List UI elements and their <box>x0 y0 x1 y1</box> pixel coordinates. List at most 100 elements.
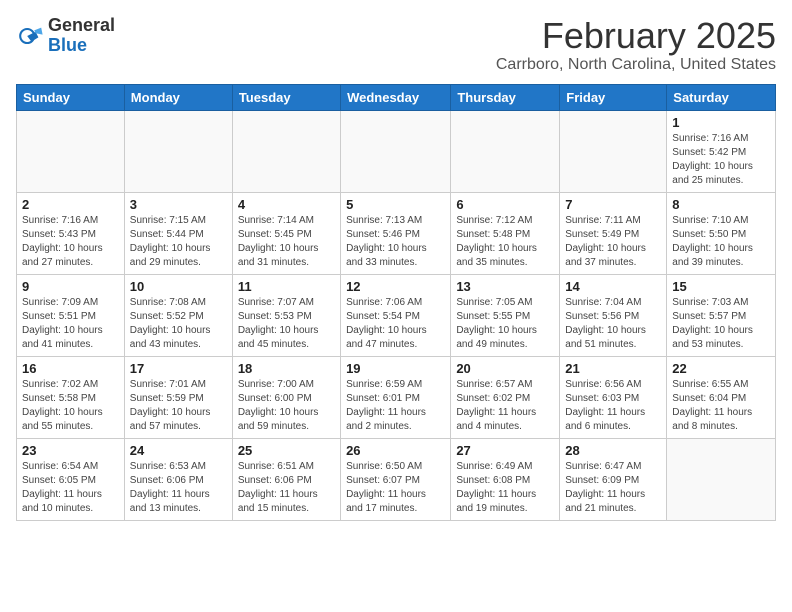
day-info-2-4: Sunrise: 7:05 AM Sunset: 5:55 PM Dayligh… <box>456 296 554 352</box>
day-info-4-3: Sunrise: 6:50 AM Sunset: 6:07 PM Dayligh… <box>346 460 445 516</box>
week-row-4: 23 Sunrise: 6:54 AM Sunset: 6:05 PM Dayli… <box>17 438 776 520</box>
day-number-2-1: 10 <box>130 279 227 294</box>
day-number-4-2: 25 <box>238 443 335 458</box>
day-cell-1-1: 3 Sunrise: 7:15 AM Sunset: 5:44 PM Daylig… <box>124 192 232 274</box>
day-info-1-4: Sunrise: 7:12 AM Sunset: 5:48 PM Dayligh… <box>456 214 554 270</box>
day-cell-4-5: 28 Sunrise: 6:47 AM Sunset: 6:09 PM Dayli… <box>560 438 667 520</box>
day-cell-2-5: 14 Sunrise: 7:04 AM Sunset: 5:56 PM Dayli… <box>560 274 667 356</box>
day-cell-4-1: 24Sunrise: 6:53 AM Sunset: 6:06 PM Dayli… <box>124 438 232 520</box>
day-info-3-2: Sunrise: 7:00 AM Sunset: 6:00 PM Dayligh… <box>238 378 335 434</box>
day-number-4-3: 26 <box>346 443 445 458</box>
day-number-3-2: 18 <box>238 361 335 376</box>
day-number-4-5: 28 <box>565 443 661 458</box>
day-number-4-0: 23 <box>22 443 119 458</box>
day-info-4-0: Sunrise: 6:54 AM Sunset: 6:05 PM Dayligh… <box>22 460 119 516</box>
day-cell-3-2: 18 Sunrise: 7:00 AM Sunset: 6:00 PM Dayli… <box>232 356 340 438</box>
day-cell-0-2 <box>232 110 340 192</box>
day-info-2-1: Sunrise: 7:08 AM Sunset: 5:52 PM Dayligh… <box>130 296 227 352</box>
day-info-1-0: Sunrise: 7:16 AM Sunset: 5:43 PM Dayligh… <box>22 214 119 270</box>
day-info-4-4: Sunrise: 6:49 AM Sunset: 6:08 PM Dayligh… <box>456 460 554 516</box>
header-wednesday: Wednesday <box>341 84 451 110</box>
day-number-2-0: 9 <box>22 279 119 294</box>
header-friday: Friday <box>560 84 667 110</box>
day-info-2-3: Sunrise: 7:06 AM Sunset: 5:54 PM Dayligh… <box>346 296 445 352</box>
day-info-4-5: Sunrise: 6:47 AM Sunset: 6:09 PM Dayligh… <box>565 460 661 516</box>
weekday-header-row: Sunday Monday Tuesday Wednesday Thursday… <box>17 84 776 110</box>
day-number-1-6: 8 <box>672 197 770 212</box>
day-info-1-6: Sunrise: 7:10 AM Sunset: 5:50 PM Dayligh… <box>672 214 770 270</box>
day-info-4-2: Sunrise: 6:51 AM Sunset: 6:06 PM Dayligh… <box>238 460 335 516</box>
day-number-1-3: 5 <box>346 197 445 212</box>
day-cell-1-5: 7 Sunrise: 7:11 AM Sunset: 5:49 PM Daylig… <box>560 192 667 274</box>
title-block: February 2025 Carrboro, North Carolina, … <box>496 16 776 74</box>
day-cell-0-5 <box>560 110 667 192</box>
calendar-table: Sunday Monday Tuesday Wednesday Thursday… <box>16 84 776 521</box>
day-cell-3-3: 19 Sunrise: 6:59 AM Sunset: 6:01 PM Dayli… <box>341 356 451 438</box>
day-number-1-2: 4 <box>238 197 335 212</box>
day-cell-2-4: 13 Sunrise: 7:05 AM Sunset: 5:55 PM Dayli… <box>451 274 560 356</box>
day-cell-3-5: 21 Sunrise: 6:56 AM Sunset: 6:03 PM Dayli… <box>560 356 667 438</box>
day-info-1-2: Sunrise: 7:14 AM Sunset: 5:45 PM Dayligh… <box>238 214 335 270</box>
day-cell-4-3: 26 Sunrise: 6:50 AM Sunset: 6:07 PM Dayli… <box>341 438 451 520</box>
day-info-0-6: Sunrise: 7:16 AM Sunset: 5:42 PM Dayligh… <box>672 132 770 188</box>
logo-text: General Blue <box>48 16 115 56</box>
day-number-2-4: 13 <box>456 279 554 294</box>
day-cell-0-0 <box>17 110 125 192</box>
day-cell-0-4 <box>451 110 560 192</box>
week-row-2: 9 Sunrise: 7:09 AM Sunset: 5:51 PM Daylig… <box>17 274 776 356</box>
day-number-2-3: 12 <box>346 279 445 294</box>
day-cell-0-6: 1 Sunrise: 7:16 AM Sunset: 5:42 PM Daylig… <box>667 110 776 192</box>
day-number-3-0: 16 <box>22 361 119 376</box>
day-cell-3-4: 20Sunrise: 6:57 AM Sunset: 6:02 PM Dayli… <box>451 356 560 438</box>
day-cell-2-3: 12 Sunrise: 7:06 AM Sunset: 5:54 PM Dayli… <box>341 274 451 356</box>
logo-blue-text: Blue <box>48 35 87 55</box>
day-info-3-1: Sunrise: 7:01 AM Sunset: 5:59 PM Dayligh… <box>130 378 227 434</box>
day-cell-2-0: 9 Sunrise: 7:09 AM Sunset: 5:51 PM Daylig… <box>17 274 125 356</box>
header-monday: Monday <box>124 84 232 110</box>
day-cell-4-4: 27Sunrise: 6:49 AM Sunset: 6:08 PM Dayli… <box>451 438 560 520</box>
day-number-3-5: 21 <box>565 361 661 376</box>
day-cell-3-1: 17 Sunrise: 7:01 AM Sunset: 5:59 PM Dayli… <box>124 356 232 438</box>
day-info-2-0: Sunrise: 7:09 AM Sunset: 5:51 PM Dayligh… <box>22 296 119 352</box>
header-thursday: Thursday <box>451 84 560 110</box>
day-info-3-4: Sunrise: 6:57 AM Sunset: 6:02 PM Dayligh… <box>456 378 554 434</box>
day-cell-4-6 <box>667 438 776 520</box>
header-saturday: Saturday <box>667 84 776 110</box>
week-row-0: 1 Sunrise: 7:16 AM Sunset: 5:42 PM Daylig… <box>17 110 776 192</box>
day-number-1-5: 7 <box>565 197 661 212</box>
day-number-2-6: 15 <box>672 279 770 294</box>
day-number-1-4: 6 <box>456 197 554 212</box>
calendar-title: February 2025 <box>496 16 776 56</box>
day-info-3-3: Sunrise: 6:59 AM Sunset: 6:01 PM Dayligh… <box>346 378 445 434</box>
day-info-1-3: Sunrise: 7:13 AM Sunset: 5:46 PM Dayligh… <box>346 214 445 270</box>
day-cell-1-6: 8 Sunrise: 7:10 AM Sunset: 5:50 PM Daylig… <box>667 192 776 274</box>
logo-icon <box>16 22 44 50</box>
day-info-1-5: Sunrise: 7:11 AM Sunset: 5:49 PM Dayligh… <box>565 214 661 270</box>
logo: General Blue <box>16 16 115 56</box>
day-info-3-5: Sunrise: 6:56 AM Sunset: 6:03 PM Dayligh… <box>565 378 661 434</box>
day-number-2-2: 11 <box>238 279 335 294</box>
day-cell-1-4: 6 Sunrise: 7:12 AM Sunset: 5:48 PM Daylig… <box>451 192 560 274</box>
day-cell-3-0: 16Sunrise: 7:02 AM Sunset: 5:58 PM Dayli… <box>17 356 125 438</box>
day-info-1-1: Sunrise: 7:15 AM Sunset: 5:44 PM Dayligh… <box>130 214 227 270</box>
day-number-0-6: 1 <box>672 115 770 130</box>
day-number-1-1: 3 <box>130 197 227 212</box>
day-number-3-3: 19 <box>346 361 445 376</box>
logo-general-text: General <box>48 15 115 35</box>
day-info-2-5: Sunrise: 7:04 AM Sunset: 5:56 PM Dayligh… <box>565 296 661 352</box>
day-cell-1-3: 5 Sunrise: 7:13 AM Sunset: 5:46 PM Daylig… <box>341 192 451 274</box>
day-cell-1-2: 4 Sunrise: 7:14 AM Sunset: 5:45 PM Daylig… <box>232 192 340 274</box>
day-cell-2-6: 15 Sunrise: 7:03 AM Sunset: 5:57 PM Dayli… <box>667 274 776 356</box>
day-cell-0-1 <box>124 110 232 192</box>
day-number-2-5: 14 <box>565 279 661 294</box>
day-number-4-1: 24 <box>130 443 227 458</box>
day-cell-2-1: 10 Sunrise: 7:08 AM Sunset: 5:52 PM Dayli… <box>124 274 232 356</box>
day-cell-3-6: 22Sunrise: 6:55 AM Sunset: 6:04 PM Dayli… <box>667 356 776 438</box>
day-number-1-0: 2 <box>22 197 119 212</box>
day-number-3-6: 22 <box>672 361 770 376</box>
day-number-3-1: 17 <box>130 361 227 376</box>
week-row-3: 16Sunrise: 7:02 AM Sunset: 5:58 PM Dayli… <box>17 356 776 438</box>
day-info-2-6: Sunrise: 7:03 AM Sunset: 5:57 PM Dayligh… <box>672 296 770 352</box>
header-tuesday: Tuesday <box>232 84 340 110</box>
calendar-subtitle: Carrboro, North Carolina, United States <box>496 56 776 74</box>
